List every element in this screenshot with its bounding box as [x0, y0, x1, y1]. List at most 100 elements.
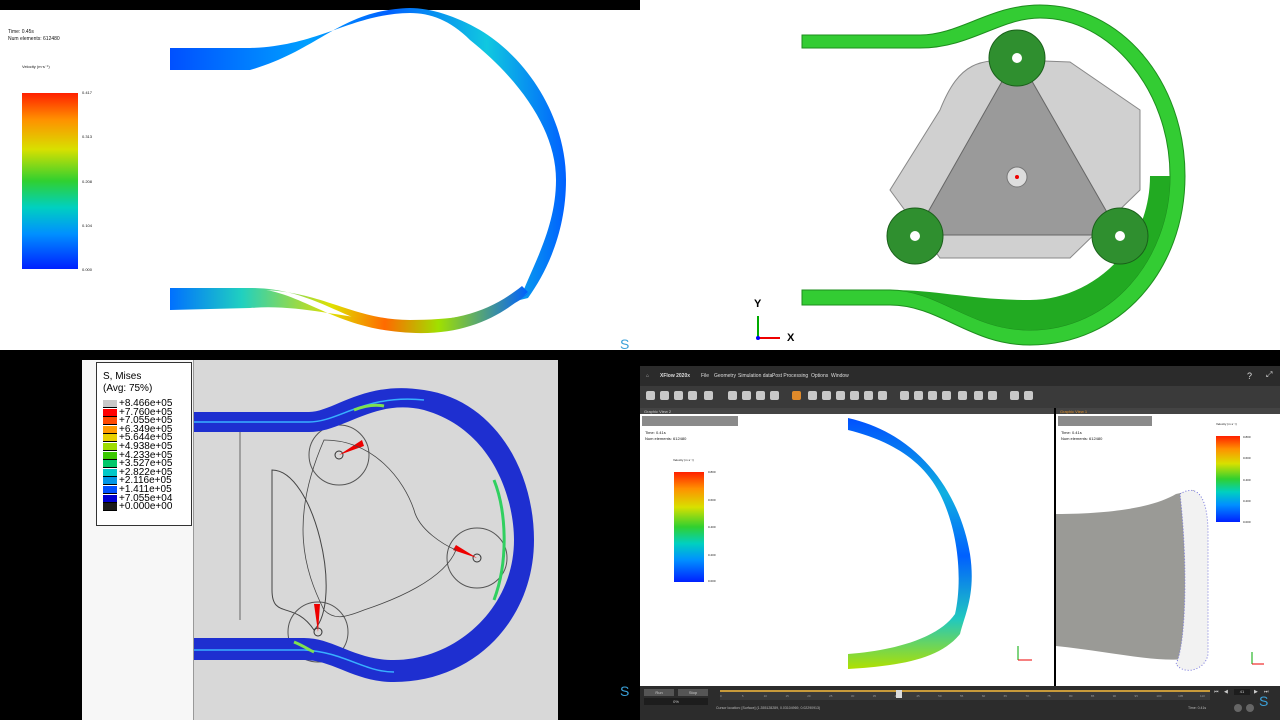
- stress-contour-view: [194, 360, 558, 720]
- timeline-tick-label: 0: [720, 694, 722, 698]
- open-icon[interactable]: [660, 391, 669, 400]
- legend-swatch: [103, 451, 117, 460]
- mises-legend: S, Mises (Avg: 75%) +8.466e+05 +7.760e+05…: [96, 362, 192, 526]
- timeline-tick-label: 60: [981, 694, 986, 698]
- save-icon[interactable]: [674, 391, 683, 400]
- legend-swatch: [103, 503, 117, 512]
- rotate-icon[interactable]: [808, 391, 817, 400]
- legend-swatch: [103, 468, 117, 477]
- timeline-tick-label: 15: [785, 694, 789, 698]
- legend-swatch: [103, 425, 117, 434]
- axis-y-label: Y: [754, 298, 762, 310]
- section-icon[interactable]: [942, 391, 951, 400]
- velocity-contour-left: [848, 418, 1032, 669]
- ruler-icon[interactable]: [770, 391, 779, 400]
- timeline-tick-label: 5: [741, 694, 744, 698]
- zoom-out-icon[interactable]: [850, 391, 859, 400]
- geometry-view-top-right: Y X: [640, 0, 1280, 350]
- nozzle-surface: [1056, 489, 1264, 671]
- run-button[interactable]: Run: [644, 689, 674, 696]
- probe-icon[interactable]: [900, 391, 909, 400]
- title-bar: ⌂ XFlow 2020x File Geometry Simulation d…: [640, 366, 1280, 386]
- settings-icon[interactable]: [704, 391, 713, 400]
- watermark-s-2: S: [1259, 693, 1269, 709]
- view-iso-icon[interactable]: [756, 391, 765, 400]
- xflow-app-window: ⌂ XFlow 2020x File Geometry Simulation d…: [640, 350, 1280, 720]
- legend-swatch: [103, 417, 117, 426]
- legend-swatch: [103, 494, 117, 503]
- target-icon[interactable]: [974, 391, 983, 400]
- export-icon[interactable]: [688, 391, 697, 400]
- timeline-tick-label: 110: [1200, 694, 1205, 698]
- graphic-view-right[interactable]: Time: 0.41s Num elements: 612480 Velocit…: [1056, 414, 1280, 686]
- menu-post-processing[interactable]: Post Processing: [772, 373, 808, 379]
- help-icon[interactable]: ?: [1247, 371, 1252, 381]
- legend-swatch: [103, 477, 117, 486]
- menu-options[interactable]: Options: [811, 373, 828, 379]
- stress-view-bottom-left: S, Mises (Avg: 75%) +8.466e+05 +7.760e+05…: [0, 350, 640, 720]
- stress-contour: [194, 388, 534, 682]
- legend-value: +0.000e+00: [119, 501, 173, 513]
- zoom-box-icon[interactable]: [878, 391, 887, 400]
- menu-geometry[interactable]: Geometry: [714, 373, 736, 379]
- timeline-tick-label: 80: [1069, 694, 1073, 698]
- timeline-tick-label: 65: [1003, 694, 1007, 698]
- timeline-tick-label: 50: [938, 694, 942, 698]
- timeline-tick-label: 20: [807, 694, 811, 698]
- restore-icon[interactable]: ⤢: [1266, 370, 1272, 380]
- pump-geometry: [756, 4, 1186, 346]
- menu-simulation-data[interactable]: Simulation data: [738, 373, 772, 379]
- timeline-tick-label: 100: [1156, 694, 1162, 698]
- timeline-tick-label: 35: [872, 694, 877, 698]
- legend-subtitle: (Avg: 75%): [103, 383, 153, 394]
- tube-velocity-contour: [170, 8, 567, 334]
- zoom-in-icon[interactable]: [836, 391, 845, 400]
- progress-label: 0%: [644, 698, 708, 705]
- prev-frame-icon[interactable]: ◀: [1224, 689, 1228, 695]
- axis-x-label: X: [787, 332, 795, 344]
- stop-button[interactable]: Stop: [678, 689, 708, 696]
- app-logo-icon: ⌂: [646, 373, 650, 379]
- timeline-ticks: 0510152025303540455055606570758085909510…: [720, 694, 1210, 700]
- menu-file[interactable]: File: [701, 373, 709, 379]
- timeline-panel: Run Stop 0% 0510152025303540455055606570…: [640, 686, 1280, 720]
- timeline-tick-label: 30: [850, 694, 855, 698]
- circle-tool-icon[interactable]: [958, 391, 967, 400]
- clip-icon[interactable]: [928, 391, 937, 400]
- timeline-tick-label: 75: [1047, 694, 1051, 698]
- play-icon[interactable]: [1246, 704, 1254, 712]
- measure-icon[interactable]: [914, 391, 923, 400]
- legend-swatch: [103, 460, 117, 469]
- first-frame-icon[interactable]: ⏮: [1214, 689, 1219, 695]
- timeline-playhead[interactable]: [896, 690, 902, 698]
- watermark-s-top: S: [620, 336, 630, 352]
- legend-swatch: [103, 486, 117, 494]
- legend-swatch: [103, 408, 117, 417]
- zoom-fit-icon[interactable]: [864, 391, 873, 400]
- view-back-icon[interactable]: [742, 391, 751, 400]
- timeline-tick-label: 70: [1025, 694, 1029, 698]
- layers-icon[interactable]: [988, 391, 997, 400]
- view-front-icon[interactable]: [728, 391, 737, 400]
- play-back-icon[interactable]: [1234, 704, 1242, 712]
- toolbar: [640, 386, 1280, 408]
- legend-swatch: [103, 443, 117, 451]
- timeline-tick-label: 25: [829, 694, 833, 698]
- cursor-location: Cursor location: [Surface] (1.355128289,…: [716, 706, 821, 710]
- timeline-tick-label: 55: [960, 694, 964, 698]
- watermark-s: S: [620, 683, 630, 699]
- timeline-tick-label: 95: [1134, 694, 1138, 698]
- next-frame-icon[interactable]: ▶: [1254, 689, 1258, 695]
- menu-window[interactable]: Window: [831, 373, 849, 379]
- select-icon[interactable]: [792, 391, 801, 400]
- frame-number-input[interactable]: 41: [1234, 689, 1250, 695]
- legend-title: S, Mises: [103, 371, 142, 382]
- graphic-view-left[interactable]: Time: 0.41s Num elements: 612480 Velocit…: [640, 414, 1054, 686]
- new-icon[interactable]: [646, 391, 655, 400]
- legend-row: +0.000e+00: [103, 501, 173, 513]
- timeline-tick-label: 105: [1178, 694, 1184, 698]
- pan-icon[interactable]: [822, 391, 831, 400]
- layout-2-icon[interactable]: [1024, 391, 1033, 400]
- timeline-tick-label: 10: [763, 694, 767, 698]
- layout-1-icon[interactable]: [1010, 391, 1019, 400]
